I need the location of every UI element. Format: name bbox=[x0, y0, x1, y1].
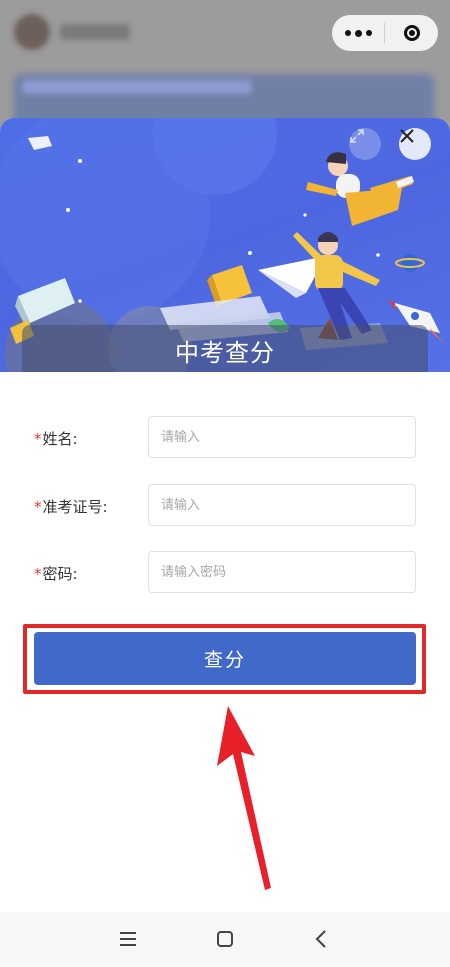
password-input[interactable] bbox=[148, 551, 416, 593]
home-square-icon[interactable] bbox=[212, 926, 238, 952]
ticket-row: *准考证号: bbox=[0, 484, 450, 528]
page-title: 中考查分 bbox=[22, 325, 428, 372]
arrow-annotation bbox=[217, 706, 271, 890]
blurred-banner-text bbox=[22, 80, 252, 94]
more-dots-icon[interactable] bbox=[332, 29, 384, 37]
blurred-avatar bbox=[14, 14, 50, 50]
required-mark: * bbox=[34, 498, 42, 516]
close-icon[interactable] bbox=[399, 128, 431, 160]
target-icon[interactable] bbox=[385, 25, 438, 41]
menu-icon[interactable] bbox=[115, 926, 141, 952]
ticket-label: *准考证号: bbox=[34, 496, 108, 517]
system-nav-bar bbox=[0, 912, 450, 967]
password-row: *密码: bbox=[0, 551, 450, 595]
back-chevron-icon[interactable] bbox=[308, 926, 334, 952]
blurred-app-name bbox=[60, 24, 130, 40]
banner-illustration: 中考查分 bbox=[0, 118, 450, 372]
name-label: *姓名: bbox=[34, 428, 78, 449]
query-button[interactable]: 查分 bbox=[34, 632, 416, 685]
password-label: *密码: bbox=[34, 563, 78, 584]
ticket-label-text: 准考证号: bbox=[42, 498, 108, 516]
name-input[interactable] bbox=[148, 416, 416, 458]
ticket-number-input[interactable] bbox=[148, 484, 416, 526]
required-mark: * bbox=[34, 565, 42, 583]
password-label-text: 密码: bbox=[42, 565, 78, 583]
name-row: *姓名: bbox=[0, 416, 450, 460]
miniprogram-capsule bbox=[332, 15, 438, 51]
expand-icon[interactable] bbox=[349, 128, 381, 160]
required-mark: * bbox=[34, 430, 42, 448]
name-label-text: 姓名: bbox=[42, 430, 78, 448]
